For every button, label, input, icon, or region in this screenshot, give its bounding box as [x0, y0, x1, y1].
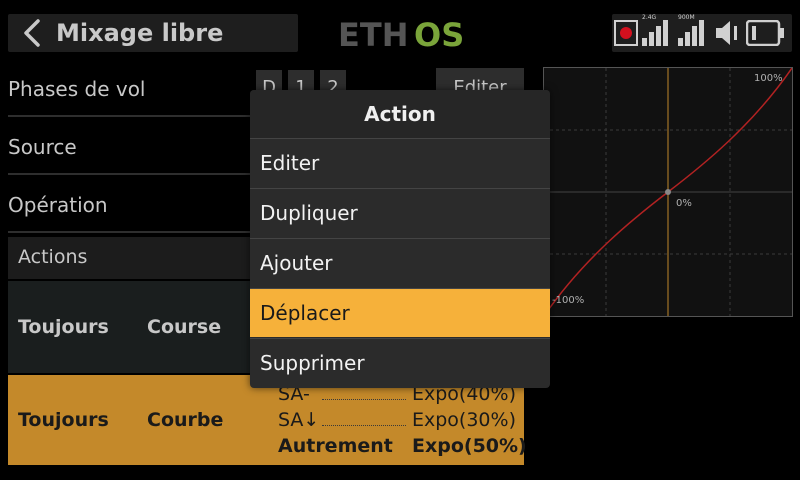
- actions-title: Actions: [18, 246, 88, 268]
- graph-min-label: -100%: [552, 295, 585, 306]
- dotted-leader: [322, 399, 406, 400]
- graph-max-label: 100%: [754, 73, 783, 84]
- flight-modes-label: Phases de vol: [8, 77, 146, 101]
- page-title: Mixage libre: [56, 19, 224, 47]
- modal-item-edit[interactable]: Editer: [250, 138, 550, 187]
- operation-label: Opération: [8, 193, 108, 217]
- modal-item-add[interactable]: Ajouter: [250, 238, 550, 287]
- action-type: Courbe: [147, 409, 224, 431]
- dotted-leader: [322, 425, 406, 426]
- signal-2g4-label: 2.4G: [642, 14, 657, 21]
- battery-icon: [745, 19, 786, 47]
- action-condition: Toujours: [18, 316, 109, 338]
- signal-bars-icon: [642, 18, 672, 46]
- logo-left-text: ETH: [338, 16, 408, 54]
- action-line-value: Expo(50%): [412, 435, 527, 457]
- action-modal: Action Editer Dupliquer Ajouter Déplacer…: [250, 90, 550, 388]
- modal-title: Action: [250, 90, 550, 138]
- curve-graph: [543, 67, 793, 317]
- modal-item-delete[interactable]: Supprimer: [250, 338, 550, 387]
- speaker-icon: [714, 18, 742, 48]
- signal-bars-icon: [678, 18, 708, 46]
- action-line-source: Autrement: [278, 435, 393, 457]
- action-line-source: SA↓: [278, 409, 320, 431]
- graph-mid-label: 0%: [676, 198, 692, 209]
- modal-item-duplicate[interactable]: Dupliquer: [250, 188, 550, 237]
- curve-center-point: [665, 189, 671, 195]
- logo-right-text: OS: [414, 16, 464, 54]
- action-line-value: Expo(30%): [412, 409, 516, 431]
- action-type: Course: [147, 316, 222, 338]
- record-icon: [614, 20, 638, 46]
- source-label: Source: [8, 135, 77, 159]
- back-arrow-icon[interactable]: [16, 16, 50, 50]
- modal-item-move[interactable]: Déplacer: [250, 288, 550, 337]
- ethos-logo: ETH OS: [336, 14, 466, 54]
- signal-900m-label: 900M: [678, 14, 695, 21]
- action-condition: Toujours: [18, 409, 109, 431]
